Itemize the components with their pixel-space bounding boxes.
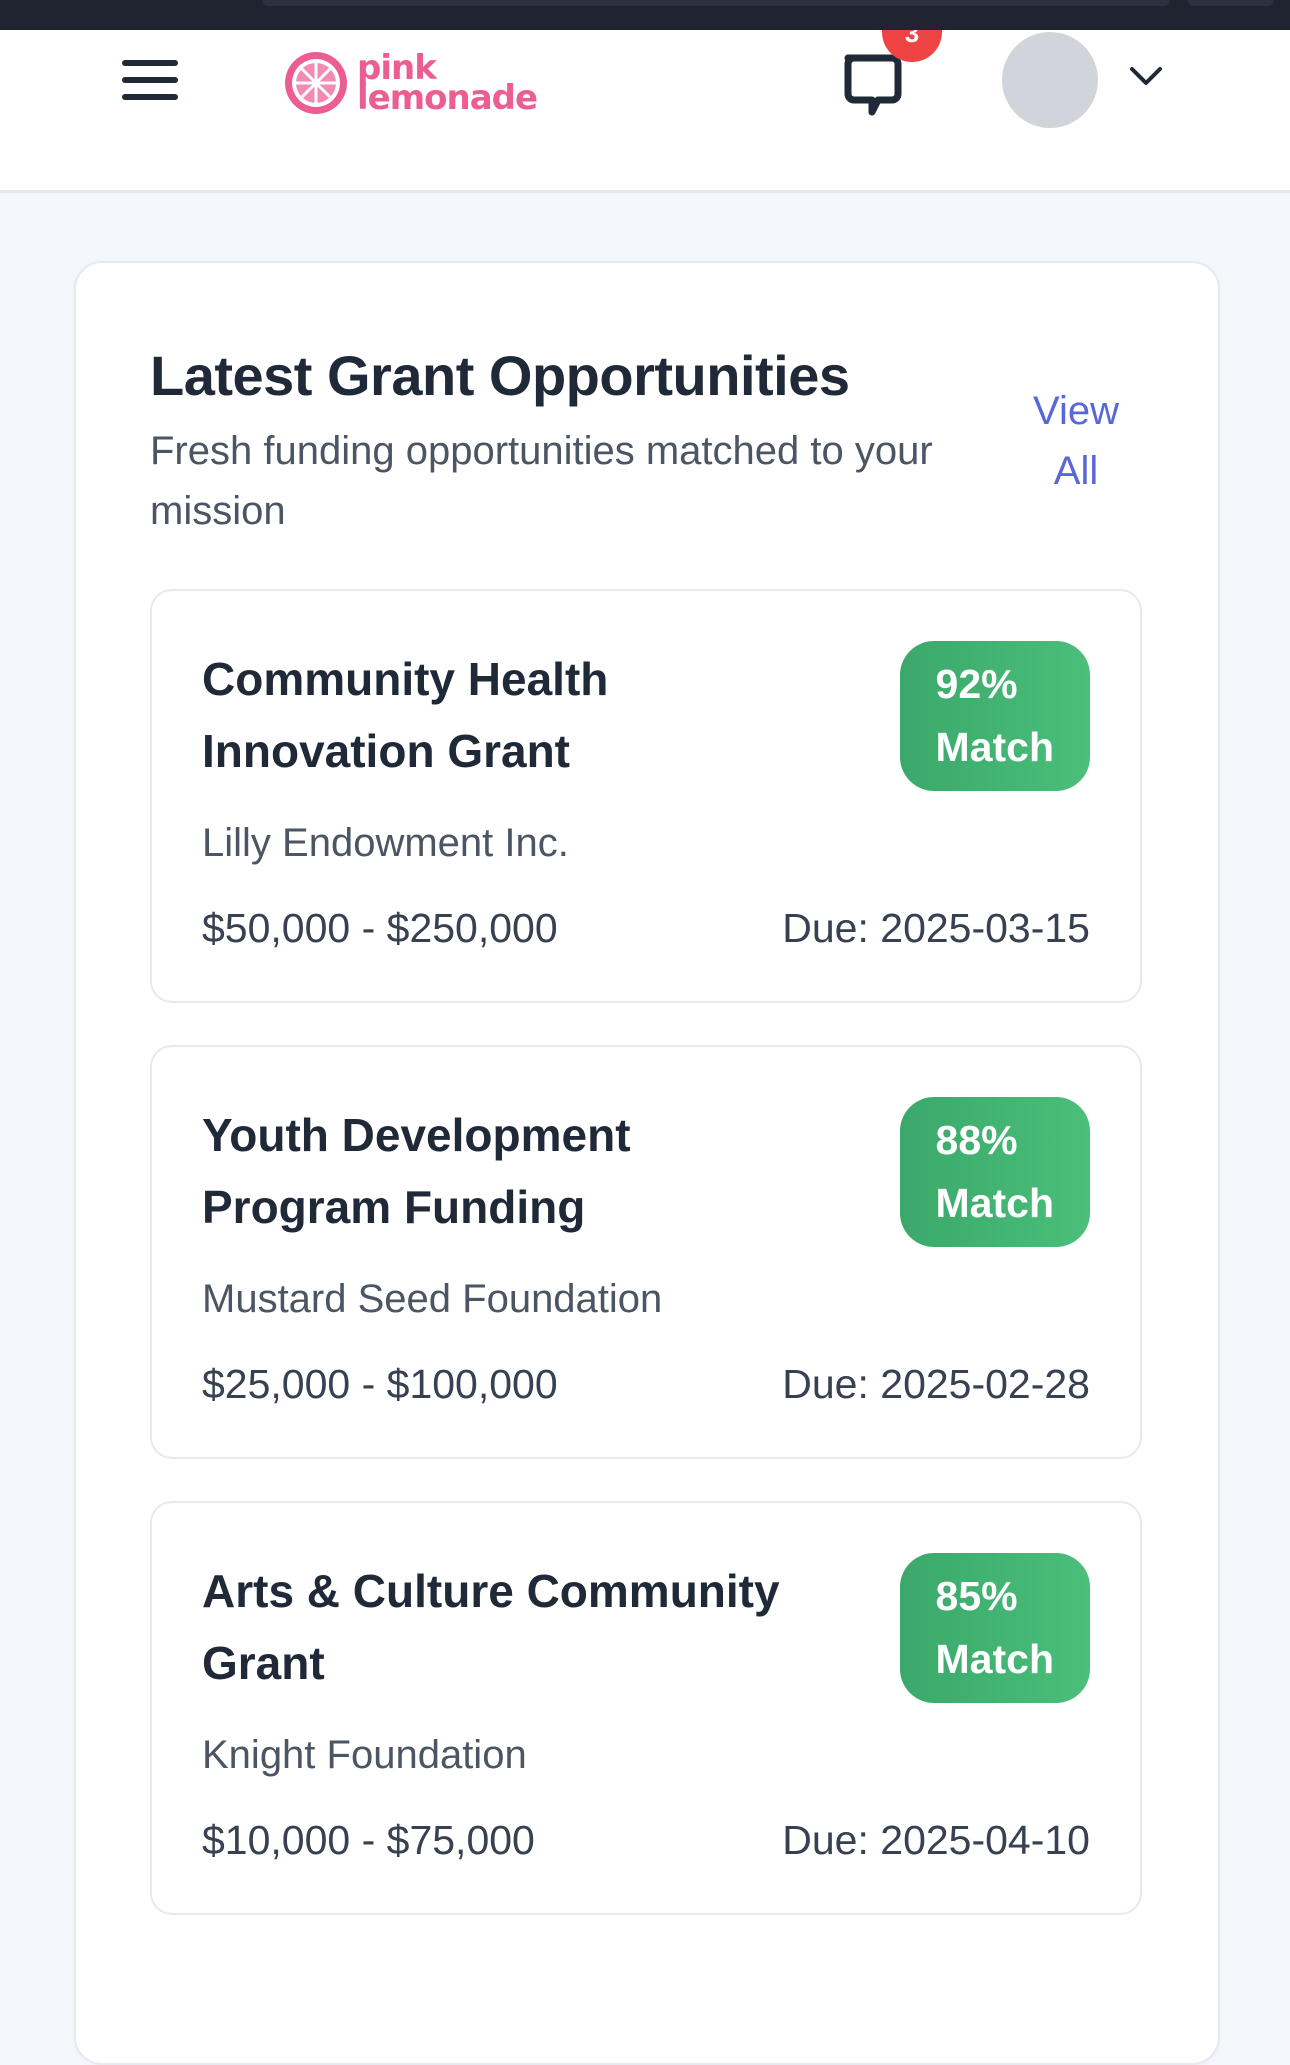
grant-title: Youth Development Program Funding [202, 1109, 631, 1233]
grant-funder: Lilly Endowment Inc. [202, 821, 569, 865]
chevron-down-icon[interactable] [1124, 54, 1168, 98]
match-percent: 92% [935, 661, 1018, 707]
grant-card[interactable]: Youth Development Program Funding 88% Ma… [150, 1045, 1142, 1459]
section-title: Latest Grant Opportunities [150, 344, 850, 407]
section-subtitle: Fresh funding opportunities matched to y… [150, 429, 933, 533]
match-label: Match [935, 1636, 1054, 1682]
match-percent: 88% [935, 1117, 1018, 1163]
match-label: Match [935, 1180, 1054, 1226]
logo-wordmark: pink lemonade [357, 51, 538, 118]
grant-due-date: Due: 2025-03-15 [782, 905, 1090, 951]
grant-amount: $25,000 - $100,000 [202, 1361, 558, 1407]
grant-due-date: Due: 2025-02-28 [782, 1361, 1090, 1407]
brand-logo[interactable]: pink lemonade [283, 38, 538, 128]
grant-amount: $10,000 - $75,000 [202, 1817, 535, 1863]
grant-title: Arts & Culture Community Grant [202, 1565, 780, 1689]
grant-card[interactable]: Arts & Culture Community Grant 85% Match… [150, 1501, 1142, 1915]
menu-line [122, 94, 178, 100]
match-label: Match [935, 724, 1054, 770]
match-badge: 88% Match [899, 1097, 1090, 1247]
grant-opportunities-panel: Latest Grant Opportunities Fresh funding… [74, 261, 1220, 2065]
logo-line-2: lemonade [357, 78, 538, 118]
match-percent: 85% [935, 1573, 1018, 1619]
grant-amount: $50,000 - $250,000 [202, 905, 558, 951]
lemon-slice-icon [285, 52, 347, 114]
grant-card[interactable]: Community Health Innovation Grant 92% Ma… [150, 589, 1142, 1003]
menu-line [122, 77, 178, 83]
view-all-link[interactable]: View All [1016, 381, 1136, 501]
view-all-line-1: View [1033, 389, 1119, 433]
match-badge: 85% Match [899, 1553, 1090, 1703]
user-avatar[interactable] [1002, 32, 1098, 128]
match-badge: 92% Match [899, 641, 1090, 791]
notification-count: 3 [904, 30, 920, 48]
grant-funder: Knight Foundation [202, 1733, 527, 1777]
grant-funder: Mustard Seed Foundation [202, 1277, 663, 1321]
menu-line [122, 60, 178, 66]
hamburger-menu-button[interactable] [122, 50, 192, 110]
grant-due-date: Due: 2025-04-10 [782, 1817, 1090, 1863]
address-bar-edge [262, 0, 1170, 6]
view-all-line-2: All [1053, 449, 1099, 493]
tab-button-edge [1188, 0, 1274, 6]
browser-top-strip [0, 0, 1290, 30]
app-header: pink lemonade 3 [0, 30, 1290, 193]
grant-title: Community Health Innovation Grant [202, 653, 609, 777]
